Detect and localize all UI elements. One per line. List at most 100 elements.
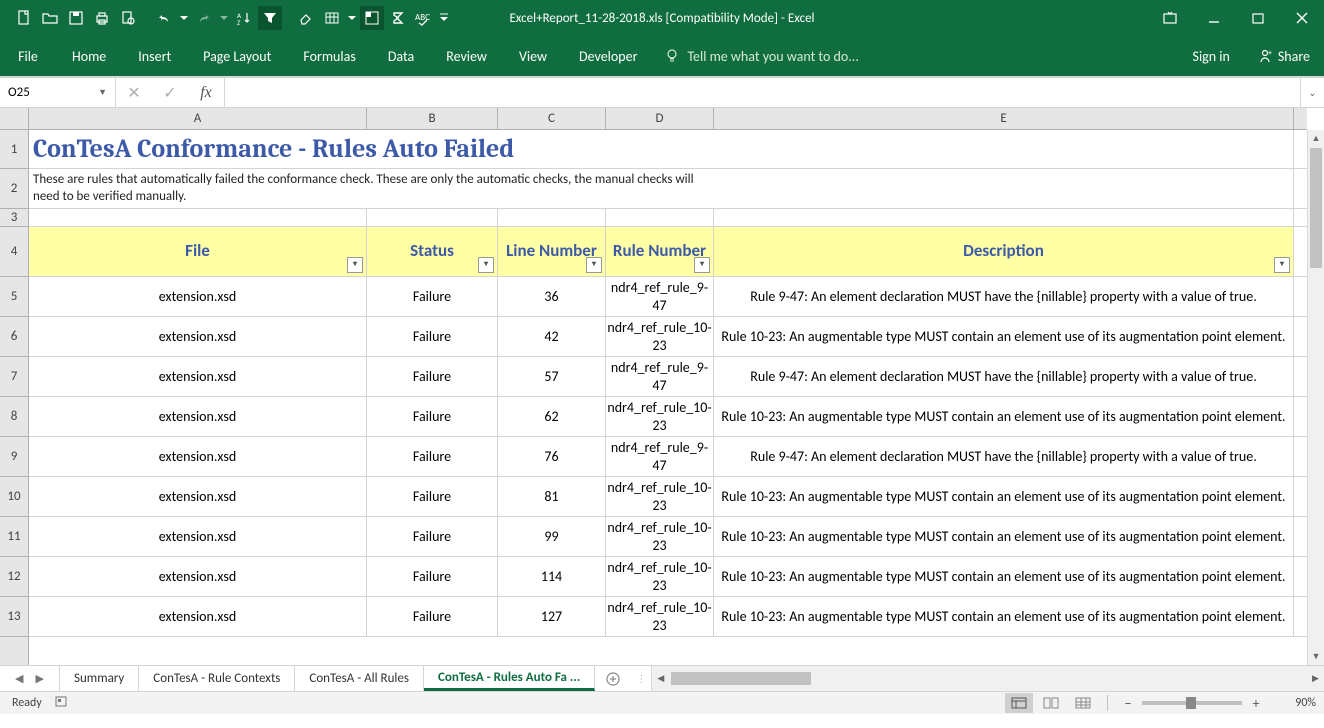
row-header-12[interactable]: 12	[0, 557, 28, 597]
ribbon-tab-view[interactable]: View	[503, 36, 563, 76]
cell-E5[interactable]: Rule 9-47: An element declaration MUST h…	[714, 277, 1294, 316]
row-header-1[interactable]: 1	[0, 130, 28, 169]
cell-A11[interactable]: extension.xsd	[29, 517, 367, 556]
fx-icon[interactable]: fx	[188, 84, 224, 102]
ribbon-tab-home[interactable]: Home	[56, 36, 122, 76]
autosum-icon[interactable]	[386, 6, 410, 30]
enter-formula-icon[interactable]: ✓	[152, 83, 188, 103]
zoom-percent[interactable]: 90%	[1270, 696, 1316, 710]
cell-E13[interactable]: Rule 10-23: An augmentable type MUST con…	[714, 597, 1294, 636]
print-preview-icon[interactable]	[116, 6, 140, 30]
row-header-9[interactable]: 9	[0, 437, 28, 477]
cell-C12[interactable]: 114	[498, 557, 606, 596]
view-normal-icon[interactable]	[1005, 693, 1033, 713]
cell-D5[interactable]: ndr4_ref_rule_9-47	[606, 277, 714, 316]
cell-E8[interactable]: Rule 10-23: An augmentable type MUST con…	[714, 397, 1294, 436]
row-header-11[interactable]: 11	[0, 517, 28, 557]
ribbon-display-icon[interactable]	[1148, 0, 1192, 36]
cell-B10[interactable]: Failure	[367, 477, 498, 516]
table-header-description[interactable]: Description▾	[714, 227, 1294, 276]
share-button[interactable]: + Share	[1244, 48, 1324, 65]
cell-D13[interactable]: ndr4_ref_rule_10-23	[606, 597, 714, 636]
cell-B6[interactable]: Failure	[367, 317, 498, 356]
sign-in-link[interactable]: Sign in	[1179, 48, 1244, 65]
view-page-break-icon[interactable]	[1069, 693, 1097, 713]
name-box[interactable]: O25 ▼	[0, 78, 116, 107]
filter-button-description[interactable]: ▾	[1274, 257, 1290, 273]
clear-icon[interactable]	[294, 6, 318, 30]
cell-A13[interactable]: extension.xsd	[29, 597, 367, 636]
file-tab[interactable]: File	[0, 36, 56, 76]
row-header-7[interactable]: 7	[0, 357, 28, 397]
column-header-D[interactable]: D	[606, 108, 714, 129]
filter-icon[interactable]	[258, 6, 282, 30]
row-header-5[interactable]: 5	[0, 277, 28, 317]
zoom-in-icon[interactable]: +	[1246, 695, 1266, 712]
pivot-icon[interactable]	[360, 6, 384, 30]
cell-E11[interactable]: Rule 10-23: An augmentable type MUST con…	[714, 517, 1294, 556]
table-header-rule-number[interactable]: Rule Number▾	[606, 227, 714, 276]
cell-A6[interactable]: extension.xsd	[29, 317, 367, 356]
cell-B12[interactable]: Failure	[367, 557, 498, 596]
ribbon-tab-page-layout[interactable]: Page Layout	[187, 36, 287, 76]
row-header-6[interactable]: 6	[0, 317, 28, 357]
tab-nav-next-icon[interactable]: ▶	[36, 672, 44, 685]
quick-print-icon[interactable]	[90, 6, 114, 30]
cell-A5[interactable]: extension.xsd	[29, 277, 367, 316]
sheet-tab-0[interactable]: Summary	[60, 666, 139, 691]
scroll-right-icon[interactable]: ▶	[1307, 670, 1324, 687]
column-header-C[interactable]: C	[498, 108, 606, 129]
cancel-formula-icon[interactable]: ✕	[116, 83, 152, 103]
cell-C9[interactable]: 76	[498, 437, 606, 476]
tab-scroll-dots-icon[interactable]: ⋮	[631, 666, 651, 691]
cell-E10[interactable]: Rule 10-23: An augmentable type MUST con…	[714, 477, 1294, 516]
cell-E7[interactable]: Rule 9-47: An element declaration MUST h…	[714, 357, 1294, 396]
vertical-scroll-thumb[interactable]	[1310, 148, 1322, 268]
ribbon-tab-insert[interactable]: Insert	[122, 36, 187, 76]
sheet-tab-1[interactable]: ConTesA - Rule Contexts	[139, 666, 295, 691]
redo-icon[interactable]	[192, 6, 216, 30]
maximize-icon[interactable]	[1236, 0, 1280, 36]
cell-B9[interactable]: Failure	[367, 437, 498, 476]
format-table-icon[interactable]	[320, 6, 344, 30]
cell-C8[interactable]: 62	[498, 397, 606, 436]
cell-C11[interactable]: 99	[498, 517, 606, 556]
redo-dropdown-icon[interactable]	[218, 6, 230, 30]
cell-C10[interactable]: 81	[498, 477, 606, 516]
tell-me-box[interactable]: Tell me what you want to do...	[653, 36, 870, 76]
add-sheet-icon[interactable]	[595, 666, 631, 691]
sheet-tab-2[interactable]: ConTesA - All Rules	[295, 666, 424, 691]
scroll-down-icon[interactable]: ▼	[1308, 648, 1324, 665]
name-box-dropdown-icon[interactable]: ▼	[98, 87, 107, 98]
cell-D10[interactable]: ndr4_ref_rule_10-23	[606, 477, 714, 516]
cell-D12[interactable]: ndr4_ref_rule_10-23	[606, 557, 714, 596]
cell-E12[interactable]: Rule 10-23: An augmentable type MUST con…	[714, 557, 1294, 596]
horizontal-scroll-thumb[interactable]	[671, 672, 811, 685]
cell-B5[interactable]: Failure	[367, 277, 498, 316]
sheet-tab-3[interactable]: ConTesA - Rules Auto Fa ...	[424, 666, 595, 691]
cell-D6[interactable]: ndr4_ref_rule_10-23	[606, 317, 714, 356]
table-header-status[interactable]: Status▾	[367, 227, 498, 276]
select-all-corner[interactable]	[0, 108, 29, 130]
cell-A12[interactable]: extension.xsd	[29, 557, 367, 596]
minimize-icon[interactable]	[1192, 0, 1236, 36]
save-icon[interactable]	[64, 6, 88, 30]
row-header-4[interactable]: 4	[0, 227, 28, 277]
ribbon-tab-data[interactable]: Data	[372, 36, 430, 76]
formula-expand-icon[interactable]: ⌄	[1300, 78, 1324, 107]
cell-C5[interactable]: 36	[498, 277, 606, 316]
column-header-E[interactable]: E	[714, 108, 1294, 129]
spellcheck-icon[interactable]: ABC	[412, 6, 436, 30]
new-icon[interactable]	[12, 6, 36, 30]
row-header-10[interactable]: 10	[0, 477, 28, 517]
qat-customize-icon[interactable]	[438, 6, 450, 30]
vertical-scrollbar[interactable]: ▲ ▼	[1307, 130, 1324, 665]
close-icon[interactable]	[1280, 0, 1324, 36]
cell-D11[interactable]: ndr4_ref_rule_10-23	[606, 517, 714, 556]
undo-icon[interactable]	[152, 6, 176, 30]
format-table-dropdown-icon[interactable]	[346, 6, 358, 30]
scroll-up-icon[interactable]: ▲	[1308, 130, 1324, 147]
undo-dropdown-icon[interactable]	[178, 6, 190, 30]
ribbon-tab-formulas[interactable]: Formulas	[287, 36, 371, 76]
filter-button-file[interactable]: ▾	[347, 257, 363, 273]
